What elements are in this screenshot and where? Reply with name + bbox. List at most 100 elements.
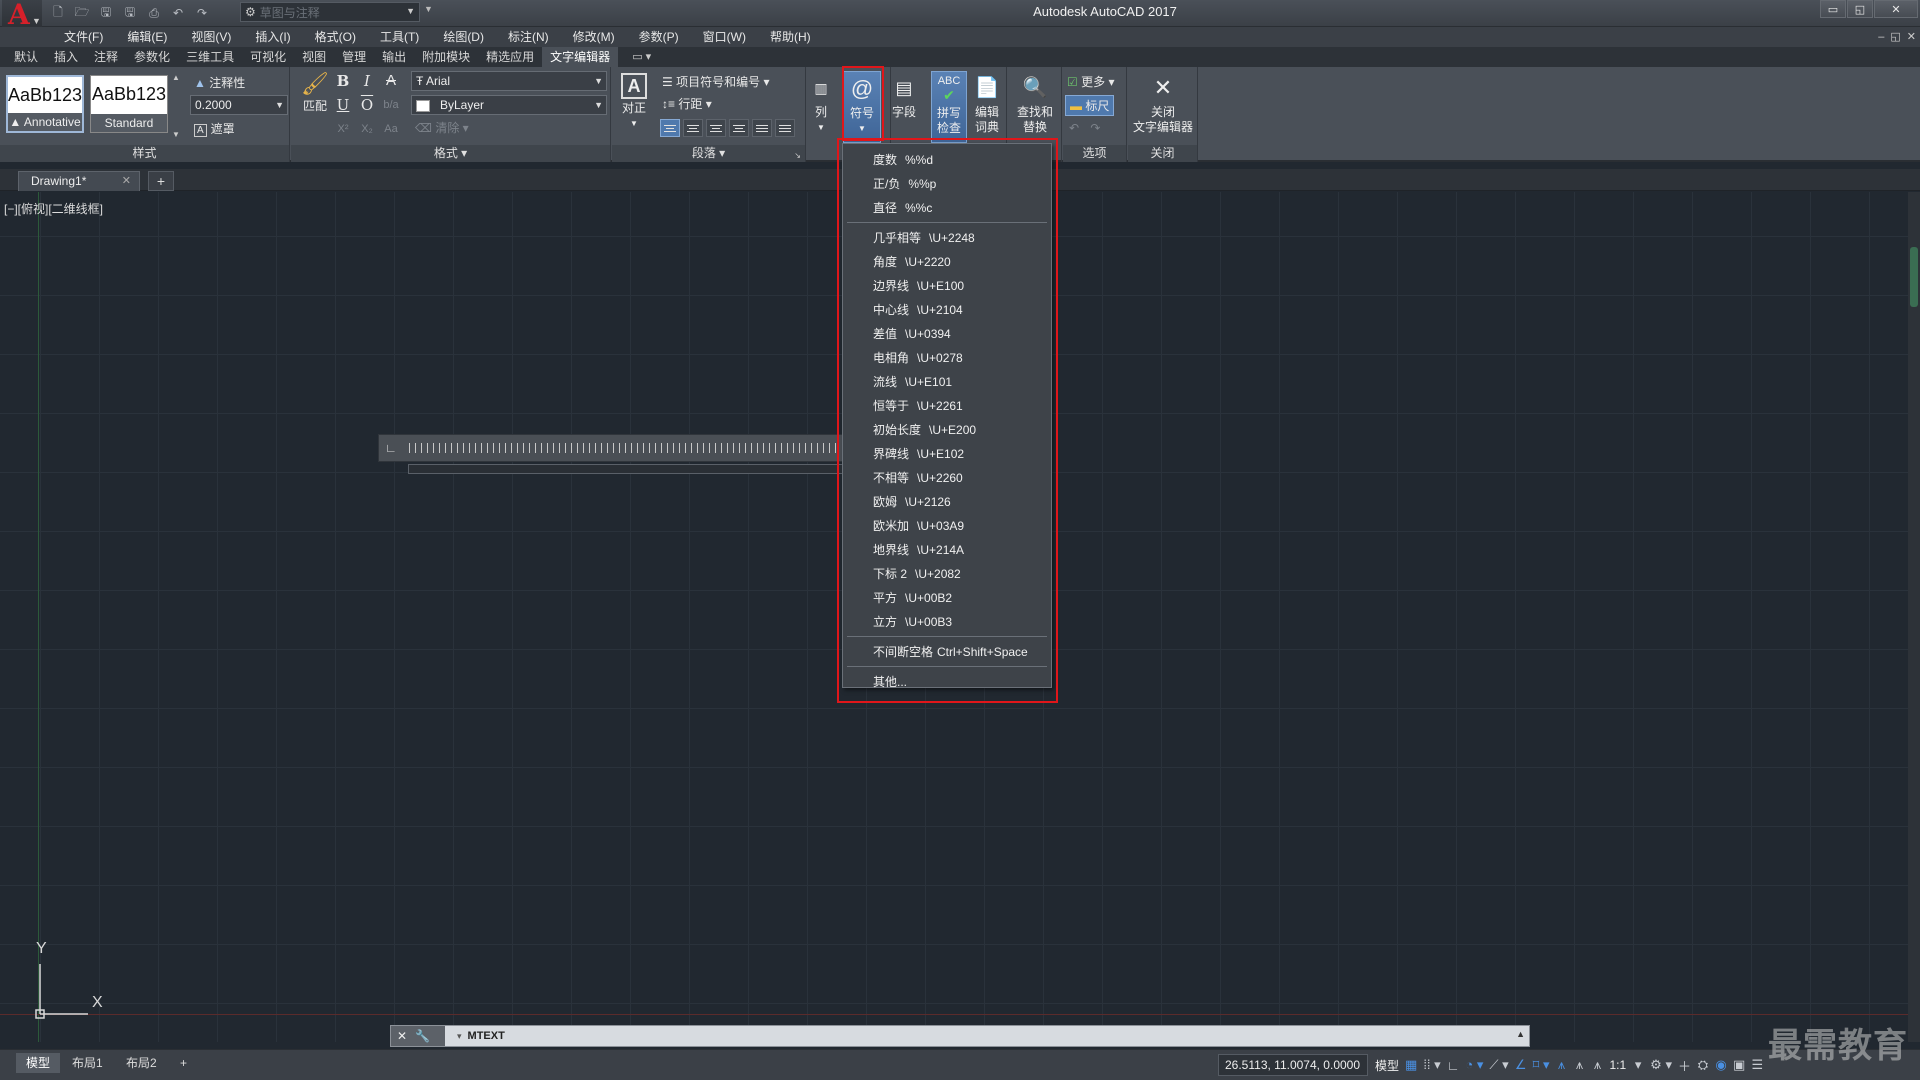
symbol-item-other[interactable]: 其他... [843, 670, 1051, 694]
polar-tracking-icon[interactable]: ◔ ▾ [1465, 1057, 1483, 1073]
command-history-icon[interactable]: ▾ [457, 1031, 462, 1041]
file-tab-drawing1[interactable]: Drawing1* ✕ [18, 171, 140, 191]
annotation-scale-icon[interactable]: ⩚ [1591, 1057, 1603, 1073]
subscript-icon[interactable]: X₂ [357, 119, 377, 139]
justification-button[interactable]: A 对正 ▼ [614, 71, 654, 143]
paragraph-dialog-launcher-icon[interactable]: ↘ [794, 151, 801, 160]
align-center-icon[interactable] [706, 119, 726, 137]
symbol-item-electrical-phase[interactable]: 电相角 \U+0278 [843, 346, 1051, 370]
underline-button[interactable]: U [333, 95, 353, 115]
viewport-controls[interactable]: [−][俯视][二维线框] [4, 200, 103, 217]
tab-output[interactable]: 输出 [374, 47, 414, 67]
menu-draw[interactable]: 绘图(D) [431, 27, 496, 47]
bold-button[interactable]: B [333, 71, 353, 91]
symbol-item-squared[interactable]: 平方 \U+00B2 [843, 586, 1051, 610]
menu-format[interactable]: 格式(O) [303, 27, 368, 47]
style-scroll[interactable]: ▲ ▼ [172, 73, 182, 139]
annotative-toggle[interactable]: ▲ 注释性 [194, 74, 245, 91]
italic-button[interactable]: I [357, 71, 377, 91]
doc-restore-icon[interactable]: ◱ [1890, 27, 1900, 47]
object-snap-tracking-icon[interactable]: ∠ [1515, 1057, 1527, 1073]
scale-dropdown-icon[interactable]: ▾ [1632, 1057, 1644, 1073]
tab-visualize[interactable]: 可视化 [242, 47, 294, 67]
symbol-item-monument-line[interactable]: 界碑线 \U+E102 [843, 442, 1051, 466]
bullets-numbering-button[interactable]: ☰ 项目符号和编号 ▾ [662, 73, 769, 90]
mask-button[interactable]: A 遮罩 [194, 120, 235, 137]
line-spacing-button[interactable]: ↕≡ 行距 ▾ [662, 95, 712, 112]
snap-icon[interactable]: ⁞⁞ ▾ [1423, 1057, 1440, 1073]
menu-edit[interactable]: 编辑(E) [115, 27, 179, 47]
symbol-item-delta[interactable]: 差值 \U+0394 [843, 322, 1051, 346]
columns-button[interactable]: ▥ 列 ▼ [809, 71, 833, 143]
symbol-item-property-line[interactable]: 地界线 \U+214A [843, 538, 1051, 562]
hardware-acceleration-icon[interactable]: ⛭ [1697, 1057, 1709, 1073]
menu-modify[interactable]: 修改(M) [561, 27, 627, 47]
symbol-item-boundary-line[interactable]: 边界线 \U+E100 [843, 274, 1051, 298]
align-right-icon[interactable] [729, 119, 749, 137]
command-input[interactable]: ▾ MTEXT [447, 1026, 1509, 1046]
menu-insert[interactable]: 插入(I) [243, 27, 302, 47]
redo-icon[interactable]: ↷ [1090, 121, 1100, 135]
symbol-item-center-line[interactable]: 中心线 \U+2104 [843, 298, 1051, 322]
superscript-icon[interactable]: X² [333, 119, 353, 139]
symbol-item-angle[interactable]: 角度 \U+2220 [843, 250, 1051, 274]
tab-default[interactable]: 默认 [6, 47, 46, 67]
change-case-icon[interactable]: Aa ▾ [381, 119, 401, 155]
text-editor-ruler[interactable]: ∟ [378, 434, 844, 462]
tab-3d-tools[interactable]: 三维工具 [178, 47, 242, 67]
text-height-combo[interactable]: 0.2000 ▼ [190, 95, 288, 115]
menu-window[interactable]: 窗口(W) [691, 27, 758, 47]
style-swatch-annotative[interactable]: AaBb123 ▲ Annotative [6, 75, 84, 133]
wrench-icon[interactable]: 🔧 [415, 1029, 430, 1043]
find-replace-button[interactable]: 🔍 查找和 替换 [1012, 71, 1058, 143]
style-swatch-standard[interactable]: AaBb123 Standard [90, 75, 168, 133]
field-button[interactable]: ▤ 字段 [884, 71, 924, 143]
overline-button[interactable]: O [357, 95, 377, 115]
workspace-gear-icon[interactable]: ⚙ ▾ [1650, 1057, 1672, 1073]
edit-dictionary-button[interactable]: 📄 编辑 词典 [969, 71, 1005, 143]
menu-file[interactable]: 文件(F) [52, 27, 115, 47]
tab-parametric[interactable]: 参数化 [126, 47, 178, 67]
color-combo[interactable]: ByLayer ▼ [411, 95, 607, 115]
distribute-align-icon[interactable] [775, 119, 795, 137]
close-text-editor-button[interactable]: ✕ 关闭 文字编辑器 [1132, 71, 1194, 143]
expand-command-icon[interactable]: ▲ [1516, 1029, 1525, 1039]
ribbon-display-toggle-icon[interactable]: ▭ ▾ [632, 47, 651, 67]
menu-tools[interactable]: 工具(T) [368, 27, 431, 47]
symbol-item-ohm[interactable]: 欧姆 \U+2126 [843, 490, 1051, 514]
scrollbar-thumb[interactable] [1910, 247, 1918, 307]
symbol-item-omega[interactable]: 欧米加 \U+03A9 [843, 514, 1051, 538]
justify-align-icon[interactable] [752, 119, 772, 137]
grid-icon[interactable]: ▦ [1405, 1057, 1417, 1073]
new-tab-button[interactable]: + [148, 171, 174, 191]
isolate-objects-icon[interactable]: ◉ [1715, 1057, 1727, 1073]
symbol-item-identity[interactable]: 恒等于 \U+2261 [843, 394, 1051, 418]
symbol-item-flow-line[interactable]: 流线 \U+E101 [843, 370, 1051, 394]
strikethrough-button[interactable]: A [381, 71, 401, 91]
default-align-icon[interactable] [660, 119, 680, 137]
vertical-scrollbar[interactable] [1908, 192, 1920, 1042]
symbol-item-diameter[interactable]: 直径 %%c [843, 196, 1051, 220]
menu-parametric[interactable]: 参数(P) [627, 27, 691, 47]
ortho-icon[interactable]: ∟ [1447, 1058, 1460, 1073]
menu-view[interactable]: 视图(V) [179, 27, 243, 47]
doc-close-icon[interactable]: ✕ [1907, 27, 1916, 47]
ruler-toggle[interactable]: ▬ 标尺 [1065, 95, 1115, 116]
command-line[interactable]: ✕ 🔧 ▾ MTEXT ▲ [390, 1025, 1530, 1047]
symbol-item-nonbreaking-space[interactable]: 不间断空格 Ctrl+Shift+Space [843, 640, 1051, 664]
spell-check-button[interactable]: ABC ✔ 拼写 检查 [931, 71, 967, 143]
model-space-toggle[interactable]: 模型 [1375, 1057, 1399, 1074]
symbol-item-almost-equal[interactable]: 几乎相等 \U+2248 [843, 226, 1051, 250]
annotation-scale-value[interactable]: 1:1 [1609, 1058, 1626, 1072]
symbol-item-not-equal[interactable]: 不相等 \U+2260 [843, 466, 1051, 490]
align-left-icon[interactable] [683, 119, 703, 137]
symbol-item-subscript-2[interactable]: 下标 2 \U+2082 [843, 562, 1051, 586]
match-properties-button[interactable]: 🖌 匹配 [297, 71, 333, 114]
coordinates-display[interactable]: 26.5113, 11.0074, 0.0000 [1218, 1054, 1368, 1076]
plus-icon[interactable]: ＋ [1678, 1056, 1691, 1075]
restore-button[interactable]: ◱ [1847, 0, 1873, 18]
scroll-up-icon[interactable]: ▲ [172, 73, 182, 82]
isodraft-icon[interactable]: ⟋ ▾ [1489, 1057, 1508, 1073]
font-combo[interactable]: Ŧ Arial ▼ [411, 71, 607, 91]
annotation-visibility-icon[interactable]: ⩚ [1555, 1057, 1567, 1073]
